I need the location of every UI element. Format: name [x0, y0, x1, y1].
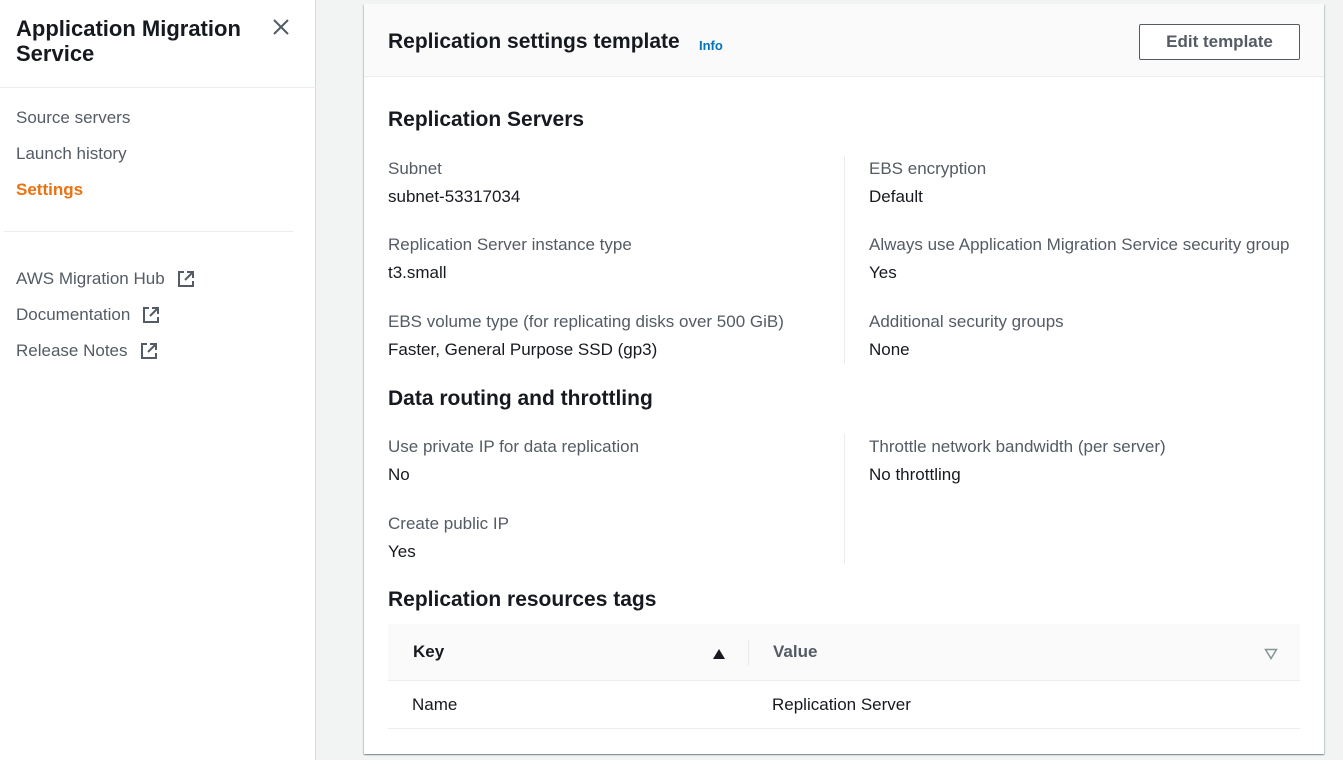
field-throttle-bandwidth: Throttle network bandwidth (per server) …: [869, 436, 1166, 486]
cell-value: Replication Server: [772, 695, 911, 714]
external-link-icon: [142, 306, 160, 324]
column-header-value[interactable]: Value: [773, 642, 817, 662]
section-title-tags: Replication resources tags: [388, 588, 657, 611]
column-divider: [844, 156, 845, 364]
field-label: Always use Application Migration Service…: [869, 235, 1290, 254]
field-label: EBS encryption: [869, 159, 987, 178]
nav-item-launch-history[interactable]: Launch history: [16, 142, 130, 178]
cell-key: Name: [412, 695, 458, 714]
sort-descending-icon[interactable]: [1264, 648, 1278, 660]
link-label: Documentation: [16, 305, 131, 324]
column-divider: [844, 434, 845, 564]
field-ebs-encryption: EBS encryption Default: [869, 158, 986, 208]
field-label: Create public IP: [388, 514, 509, 533]
nav-item-source-servers[interactable]: Source servers: [16, 106, 130, 142]
field-value: subnet-53317034: [388, 187, 521, 206]
sidebar-header: Application Migration Service: [0, 0, 316, 88]
link-label: AWS Migration Hub: [16, 269, 165, 288]
table-row: Name Replication Server: [388, 681, 1300, 729]
column-header-key[interactable]: Key: [413, 642, 444, 662]
edit-template-button[interactable]: Edit template: [1139, 24, 1300, 60]
field-label: Throttle network bandwidth (per server): [869, 437, 1166, 456]
external-links: AWS Migration Hub Documentation Release …: [16, 261, 195, 369]
field-label: Replication Server instance type: [388, 235, 632, 254]
close-icon: [273, 19, 289, 35]
external-link-icon: [177, 270, 195, 288]
field-value: No: [388, 465, 410, 484]
field-label: EBS volume type (for replicating disks o…: [388, 312, 784, 331]
info-link[interactable]: Info: [699, 38, 723, 53]
link-label: Release Notes: [16, 341, 128, 360]
external-link-icon: [140, 342, 158, 360]
field-security-group: Always use Application Migration Service…: [869, 234, 1289, 284]
field-private-ip: Use private IP for data replication No: [388, 436, 639, 486]
field-label: Use private IP for data replication: [388, 437, 640, 456]
field-subnet: Subnet subnet-53317034: [388, 158, 520, 208]
tags-table: Key Value Name Replication Server: [388, 624, 1300, 729]
field-instance-type: Replication Server instance type t3.smal…: [388, 234, 632, 284]
field-value: Faster, General Purpose SSD (gp3): [388, 340, 658, 359]
field-public-ip: Create public IP Yes: [388, 513, 509, 563]
sort-ascending-icon[interactable]: [712, 648, 726, 660]
link-aws-migration-hub[interactable]: AWS Migration Hub: [16, 261, 195, 297]
panel-header: Replication settings template Info Edit …: [364, 4, 1324, 77]
table-header-row: Key Value: [388, 624, 1300, 681]
field-label: Additional security groups: [869, 312, 1064, 331]
sidebar: Application Migration Service Source ser…: [0, 0, 316, 760]
link-documentation[interactable]: Documentation: [16, 297, 195, 333]
link-release-notes[interactable]: Release Notes: [16, 333, 195, 369]
column-separator[interactable]: [748, 640, 749, 666]
field-value: Yes: [869, 263, 897, 282]
field-ebs-volume-type: EBS volume type (for replicating disks o…: [388, 311, 784, 361]
nav-list: Source servers Launch history Settings: [16, 106, 130, 214]
field-value: t3.small: [388, 263, 447, 282]
field-value: None: [869, 340, 910, 359]
nav-item-settings[interactable]: Settings: [16, 178, 130, 214]
close-sidebar-button[interactable]: [268, 14, 294, 40]
field-additional-security-groups: Additional security groups None: [869, 311, 1064, 361]
field-value: Default: [869, 187, 923, 206]
service-title[interactable]: Application Migration Service: [16, 16, 256, 66]
field-value: No throttling: [869, 465, 961, 484]
section-title-replication-servers: Replication Servers: [388, 108, 585, 131]
nav-divider: [4, 231, 293, 232]
section-title-data-routing: Data routing and throttling: [388, 387, 653, 410]
field-label: Subnet: [388, 159, 442, 178]
field-value: Yes: [388, 542, 416, 561]
panel-title: Replication settings template: [388, 30, 680, 53]
replication-settings-panel: Replication settings template Info Edit …: [364, 4, 1324, 754]
